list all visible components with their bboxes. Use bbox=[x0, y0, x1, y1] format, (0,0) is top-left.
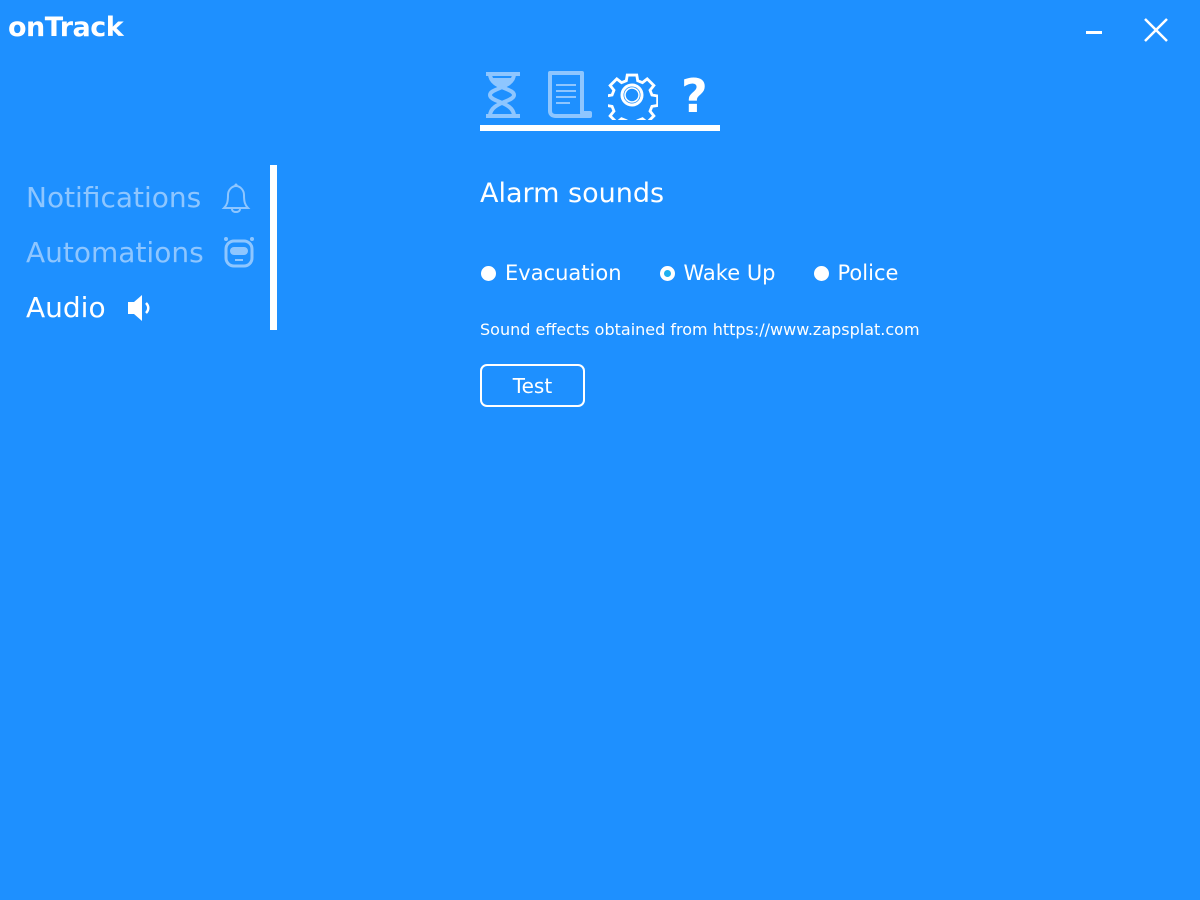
radio-dot-selected[interactable] bbox=[659, 265, 675, 281]
tab-help[interactable]: ? bbox=[675, 69, 725, 123]
radio-evacuation[interactable]: Evacuation bbox=[481, 261, 622, 285]
alarm-sound-options: Evacuation Wake Up Police bbox=[481, 261, 936, 285]
radio-dot[interactable] bbox=[481, 265, 496, 281]
sidebar-item-label: Automations bbox=[26, 236, 204, 269]
close-icon bbox=[1144, 18, 1168, 42]
hourglass-icon bbox=[486, 72, 520, 118]
radio-label: Police bbox=[837, 261, 899, 285]
tab-settings[interactable] bbox=[604, 70, 660, 128]
sidebar-item-label: Audio bbox=[26, 291, 106, 324]
active-tab-indicator bbox=[480, 125, 720, 131]
document-icon bbox=[548, 71, 592, 118]
question-icon: ? bbox=[681, 69, 708, 123]
sidebar-item-label: Notifications bbox=[26, 181, 202, 214]
test-button[interactable]: Test bbox=[480, 364, 585, 407]
app-title: onTrack bbox=[8, 12, 124, 43]
close-button[interactable] bbox=[1140, 14, 1172, 46]
tab-timer[interactable] bbox=[480, 70, 530, 120]
svg-text:?: ? bbox=[681, 70, 708, 120]
bell-icon bbox=[221, 183, 251, 213]
sidebar: Notifications Automations Audio bbox=[26, 170, 256, 335]
radio-label: Wake Up bbox=[683, 261, 776, 285]
robot-icon bbox=[223, 236, 254, 267]
sidebar-item-audio[interactable]: Audio bbox=[26, 280, 256, 335]
sidebar-divider bbox=[270, 165, 277, 330]
radio-wake-up[interactable]: Wake Up bbox=[659, 261, 776, 285]
radio-police[interactable]: Police bbox=[813, 261, 899, 285]
speaker-icon bbox=[127, 294, 150, 321]
tab-log[interactable] bbox=[546, 70, 596, 120]
top-nav: ? bbox=[480, 68, 720, 131]
radio-label: Evacuation bbox=[505, 261, 622, 285]
sidebar-item-notifications[interactable]: Notifications bbox=[26, 170, 256, 225]
minimize-button[interactable] bbox=[1080, 14, 1112, 46]
sidebar-item-automations[interactable]: Automations bbox=[26, 225, 256, 280]
radio-dot[interactable] bbox=[813, 265, 829, 281]
gear-icon bbox=[604, 73, 660, 128]
section-heading: Alarm sounds bbox=[480, 178, 665, 209]
credit-text: Sound effects obtained from https://www.… bbox=[480, 320, 920, 339]
